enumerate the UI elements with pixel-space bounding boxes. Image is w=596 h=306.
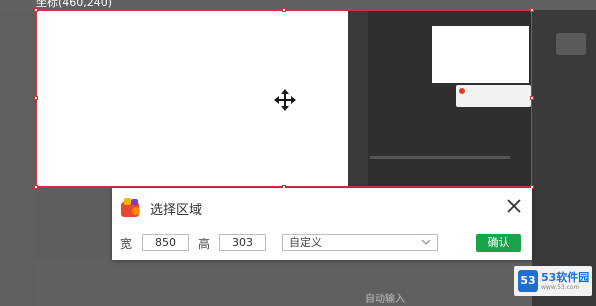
preset-select-value: 自定义 [289,236,322,249]
height-label: 高 [198,237,211,251]
watermark-brand: 53软件园 [541,271,590,284]
close-icon[interactable] [505,197,523,215]
desktop-window-preview [432,26,529,83]
selection-white-region [37,11,348,186]
preset-select[interactable]: 自定义 [282,234,438,251]
preview-logo-icon [459,88,465,94]
resize-handle-bottom-left[interactable] [34,185,38,189]
region-select-dialog: 选择区域 宽 850 高 303 自定义 确认 [112,188,532,260]
resize-handle-left[interactable] [34,96,38,100]
app-logo-icon [121,198,140,217]
width-label: 宽 [120,237,133,251]
desktop-sidebar [348,11,368,186]
selection-area[interactable] [36,10,532,187]
background-text: 自动输入 [365,294,405,305]
resize-handle-top-right[interactable] [530,8,534,12]
watermark-logo: 53 53软件园 www.53.com [514,266,592,296]
confirm-button[interactable]: 确认 [476,234,521,252]
desktop-dialog-preview [456,85,531,107]
resize-handle-top[interactable] [282,8,286,12]
watermark-mark-icon: 53 [518,270,538,292]
move-icon[interactable] [274,89,296,111]
resize-handle-top-left[interactable] [34,8,38,12]
selection-desktop-region [348,11,531,186]
background-window-icon [556,33,586,55]
width-input[interactable]: 850 [142,234,189,251]
chevron-down-icon [421,239,431,245]
dialog-title: 选择区域 [150,203,203,218]
overlay-bottom [36,260,532,306]
overlay-left [0,10,36,306]
watermark-url: www.53.com [541,284,580,291]
coordinate-readout: 坐标(460,240) [36,0,113,9]
resize-handle-right[interactable] [530,96,534,100]
desktop-taskbar [370,156,510,159]
height-input[interactable]: 303 [219,234,266,251]
